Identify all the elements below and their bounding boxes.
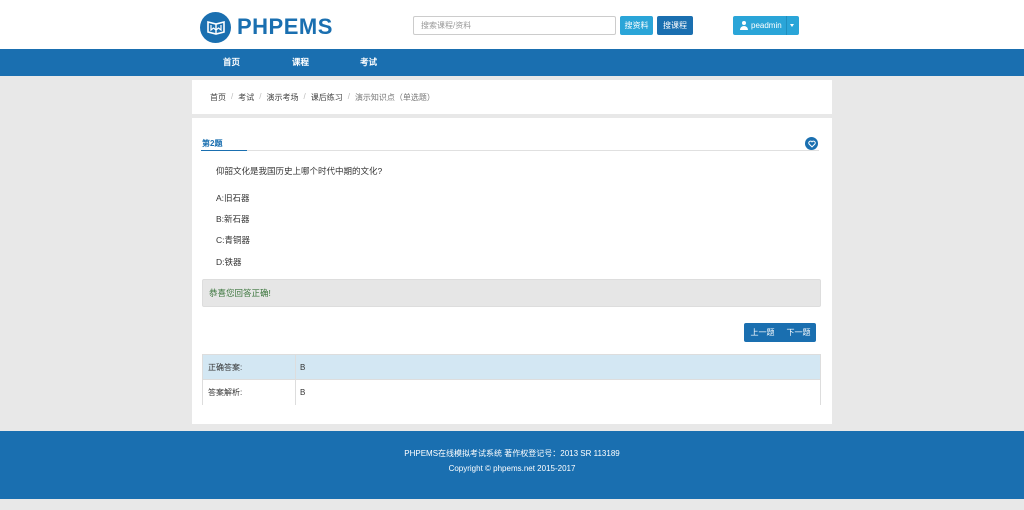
table-row: 答案解析: B	[203, 380, 820, 405]
search-courses-button[interactable]: 搜课程	[657, 16, 693, 35]
next-question-button[interactable]: 下一题	[781, 323, 816, 342]
breadcrumb-item[interactable]: 演示考场	[266, 92, 298, 103]
option-c[interactable]: C:青铜器	[216, 234, 250, 246]
option-b[interactable]: B:新石器	[216, 213, 250, 225]
nav-item-home[interactable]: 首页	[223, 49, 240, 76]
question-number: 第2题	[202, 139, 223, 148]
breadcrumb-item[interactable]: 课后练习	[311, 92, 343, 103]
user-menu-divider	[786, 16, 787, 35]
option-a[interactable]: A:旧石器	[216, 192, 250, 204]
explanation-value: B	[300, 388, 306, 397]
chevron-down-icon[interactable]	[790, 24, 794, 27]
breadcrumb-item[interactable]: 首页	[210, 92, 226, 103]
answer-label: 正确答案:	[203, 355, 296, 379]
footer-copyright-registration: PHPEMS在线模拟考试系统 著作权登记号：2013 SR 113189	[404, 449, 620, 458]
user-name: peadmin	[751, 21, 782, 30]
breadcrumb-current: 演示知识点（单选题）	[354, 93, 435, 102]
question-header-divider	[202, 150, 819, 151]
breadcrumb-item[interactable]: 考试	[238, 92, 254, 103]
question-text: 仰韶文化是我国历史上哪个时代中期的文化?	[216, 166, 383, 176]
breadcrumb-separator: /	[347, 92, 350, 101]
nav-item-courses[interactable]: 课程	[292, 49, 309, 76]
question-header-underline	[201, 150, 247, 151]
answer-table: 正确答案: B 答案解析: B	[202, 354, 821, 405]
breadcrumb-separator: /	[303, 92, 306, 101]
question-card: 第2题 仰韶文化是我国历史上哪个时代中期的文化? A:旧石器 B:新石器 C:青…	[192, 118, 832, 424]
heart-icon[interactable]	[805, 137, 818, 150]
search-input[interactable]	[413, 16, 616, 35]
main-nav: 首页 课程 考试	[0, 49, 1024, 76]
top-header: PHPEMS 搜资料 搜课程 peadmin	[0, 0, 1024, 49]
footer-copyright: Copyright © phpems.net 2015-2017	[448, 464, 576, 473]
logo-text: PHPEMS	[237, 14, 333, 39]
user-menu-button[interactable]: peadmin	[733, 16, 799, 35]
user-icon	[740, 21, 748, 30]
book-logo-icon	[200, 11, 231, 43]
search-resources-button[interactable]: 搜资料	[620, 16, 653, 35]
site-logo[interactable]: PHPEMS	[200, 11, 333, 43]
explanation-label: 答案解析:	[203, 380, 296, 405]
breadcrumb-card: 首页 / 考试 / 演示考场 / 课后练习 / 演示知识点（单选题）	[192, 80, 832, 114]
table-row: 正确答案: B	[203, 355, 820, 380]
answer-feedback-alert: 恭喜您回答正确!	[202, 279, 821, 307]
breadcrumb-separator: /	[259, 92, 262, 101]
option-d[interactable]: D:铁器	[216, 256, 242, 268]
breadcrumb-separator: /	[231, 92, 234, 101]
site-footer: PHPEMS在线模拟考试系统 著作权登记号：2013 SR 113189 Cop…	[0, 431, 1024, 499]
nav-item-exams[interactable]: 考试	[360, 49, 377, 76]
previous-question-button[interactable]: 上一题	[744, 323, 781, 342]
breadcrumb: 首页 / 考试 / 演示考场 / 课后练习 / 演示知识点（单选题）	[210, 92, 435, 103]
answer-value: B	[300, 363, 306, 372]
